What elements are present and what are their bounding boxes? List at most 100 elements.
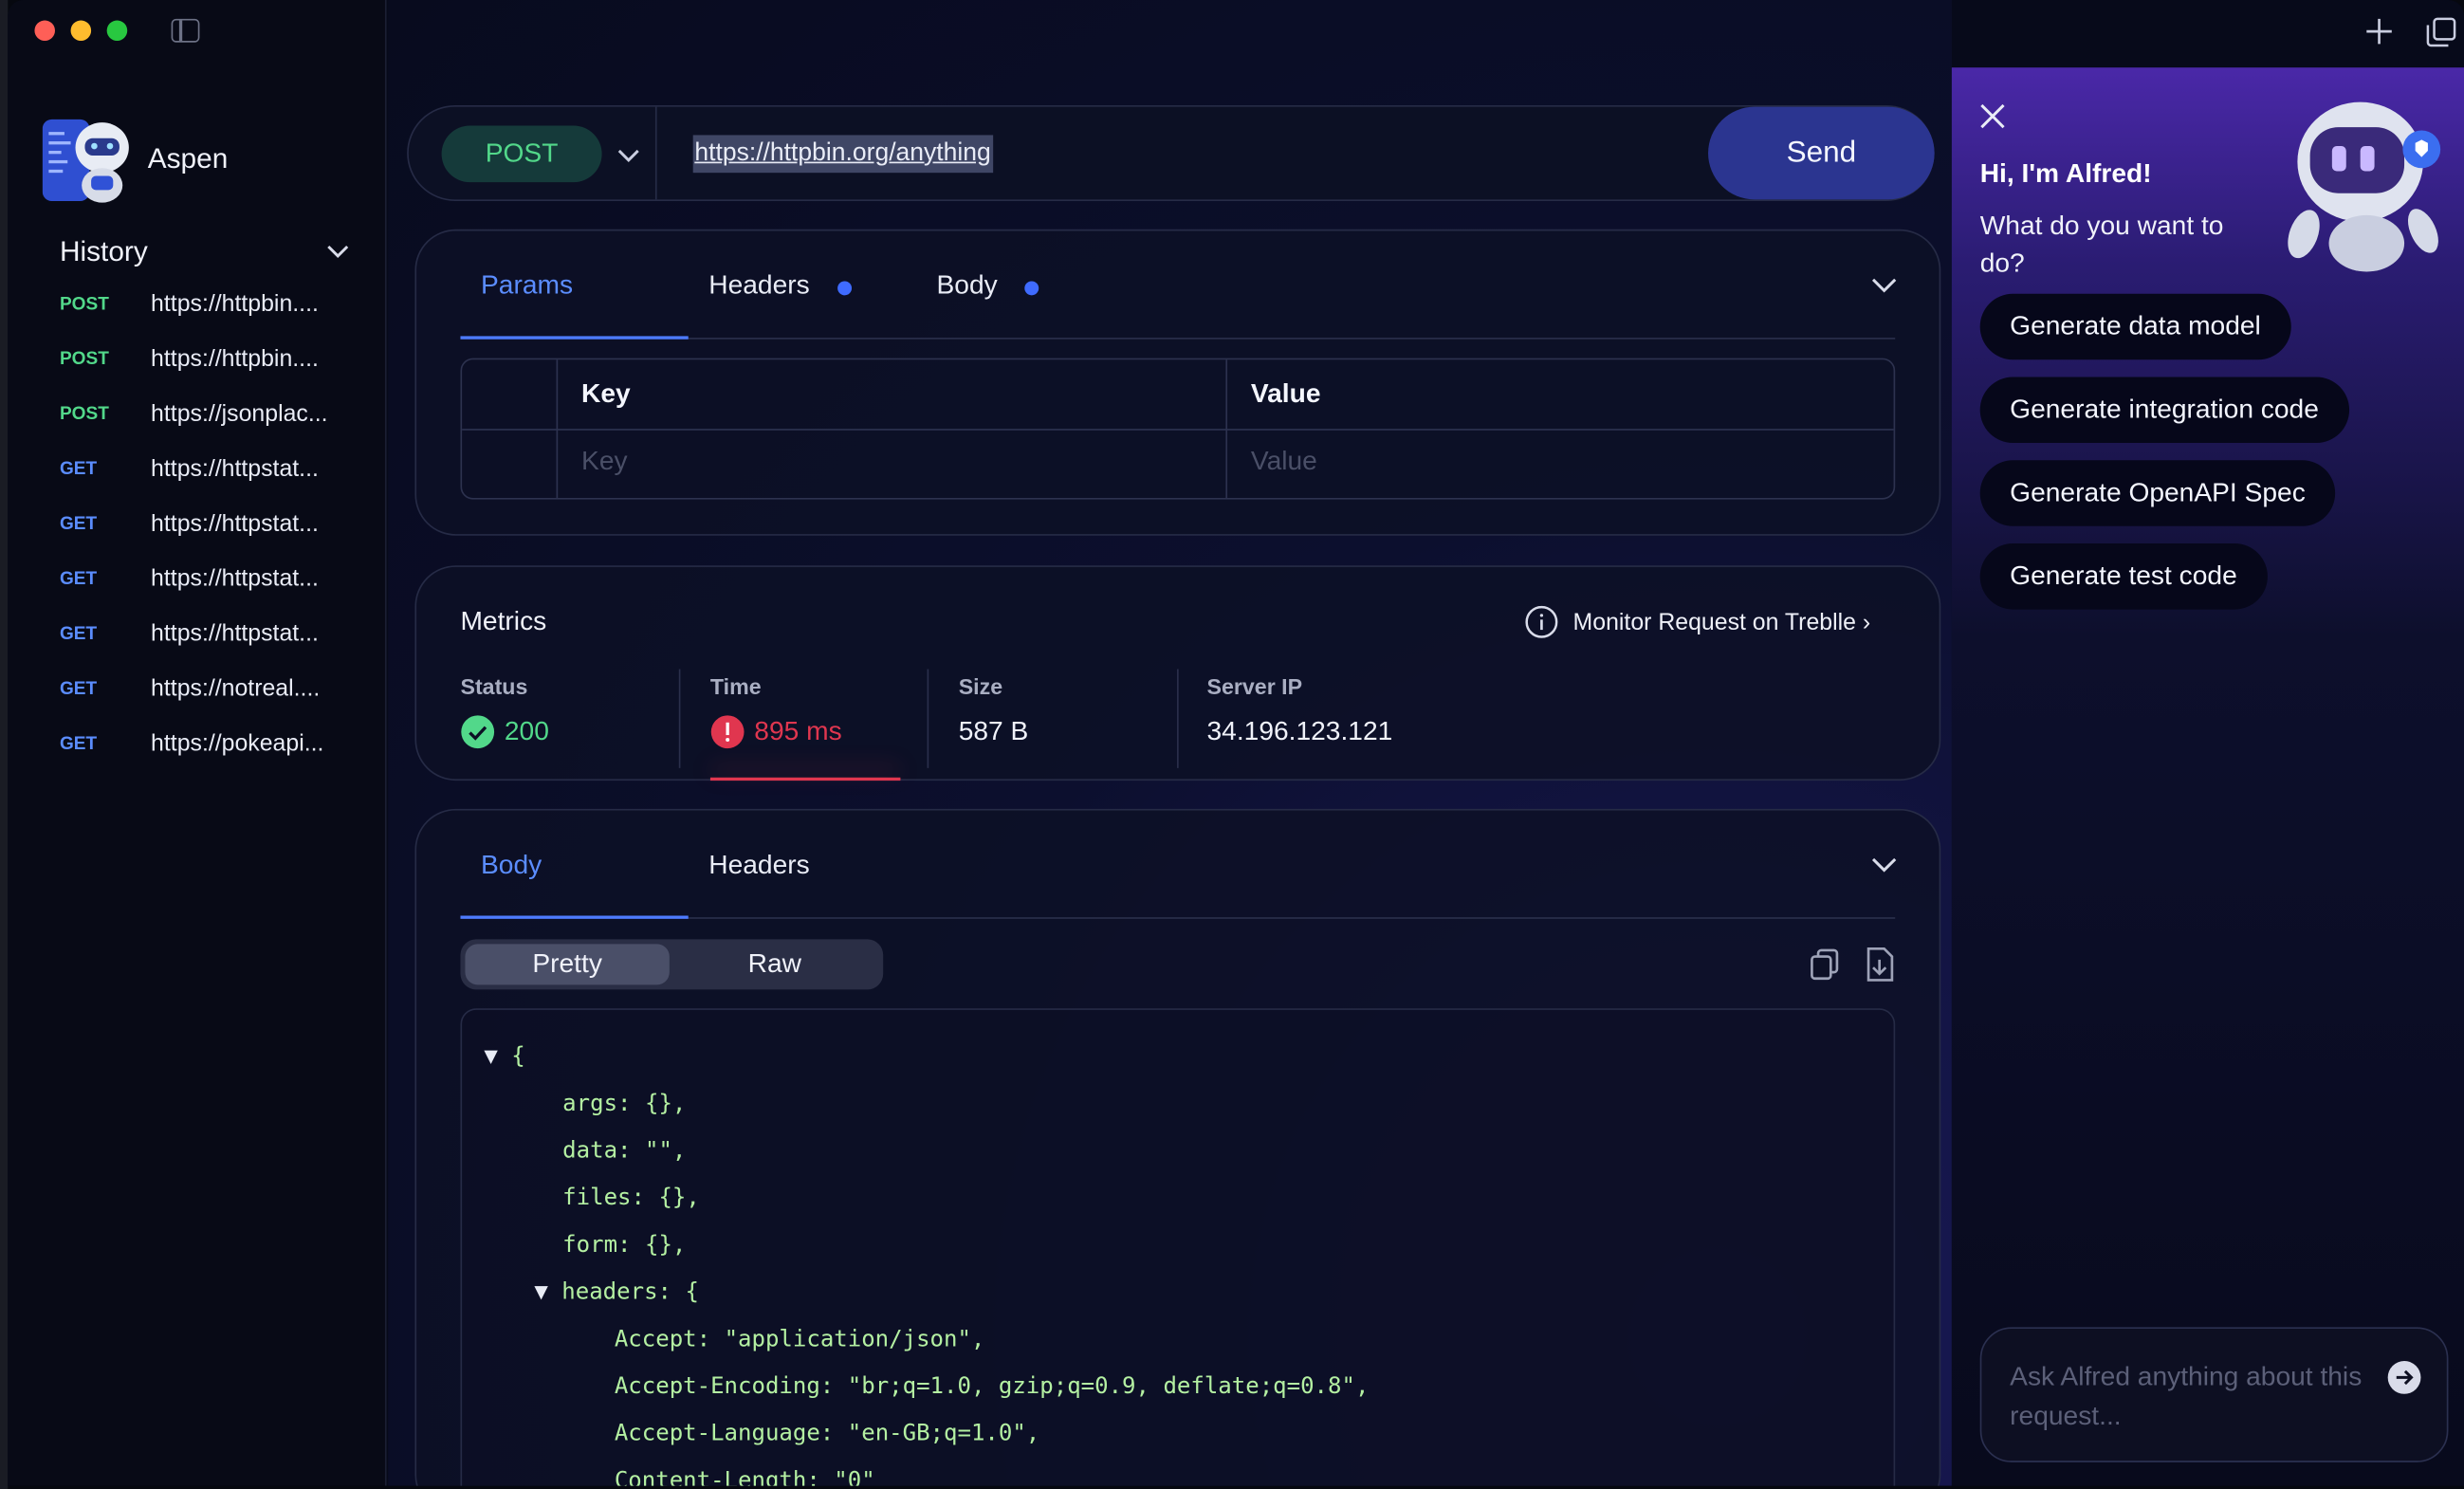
code-key: args: xyxy=(562,1091,632,1117)
monitor-link-text: Monitor Request on Treblle › xyxy=(1572,609,1871,636)
copy-icon[interactable] xyxy=(1809,947,1840,982)
history-item-url: https://notreal.... xyxy=(151,675,321,703)
history-item[interactable]: POST https://jsonplac... xyxy=(60,395,374,439)
history-item-method: POST xyxy=(59,295,109,315)
app-window: Aspen History POST https://httpbin.... P… xyxy=(8,0,2464,1486)
divider xyxy=(462,429,1894,431)
server-ip-value: 34.196.123.121 xyxy=(1206,716,1393,746)
response-panel: Body Headers Pretty Raw ▼ { args: {}, da… xyxy=(414,808,1941,1486)
alert-circle-icon xyxy=(710,715,745,749)
history-item[interactable]: GET https://httpstat... xyxy=(60,506,374,549)
history-item-url: https://httpstat... xyxy=(151,565,319,593)
history-item[interactable]: GET https://httpstat... xyxy=(60,616,374,659)
sidebar: Aspen History POST https://httpbin.... P… xyxy=(8,0,387,1486)
view-mode-toggle: Pretty Raw xyxy=(460,939,884,990)
alfred-chat-input-box[interactable]: Ask Alfred anything about this request..… xyxy=(1979,1327,2449,1462)
tab-response-headers[interactable]: Headers xyxy=(708,850,809,881)
history-item-url: https://httpbin.... xyxy=(151,290,319,318)
time-label: Time xyxy=(709,673,762,699)
history-item-url: https://jsonplac... xyxy=(151,400,328,428)
history-item-method: GET xyxy=(59,515,98,535)
download-icon[interactable] xyxy=(1862,946,1896,983)
status-metric: Status 200 xyxy=(460,673,549,749)
code-value: "0" xyxy=(834,1468,875,1486)
tab-response-body[interactable]: Body xyxy=(481,850,542,881)
key-column-header: Key xyxy=(581,378,631,409)
response-body-viewer[interactable]: ▼ { args: {}, data: "", files: {}, form:… xyxy=(460,1008,1896,1486)
code-key: form: xyxy=(562,1233,632,1259)
check-circle-icon xyxy=(461,715,495,749)
method-select[interactable]: POST xyxy=(441,125,602,183)
code-token: { xyxy=(511,1044,525,1070)
pretty-button[interactable]: Pretty xyxy=(465,944,670,985)
code-value: { xyxy=(685,1279,699,1306)
tab-body[interactable]: Body xyxy=(937,270,998,302)
info-icon xyxy=(1525,605,1558,638)
close-icon[interactable] xyxy=(1978,102,2007,131)
main-content: POST https://httpbin.org/anything Send P… xyxy=(388,0,1952,1486)
send-button[interactable]: Send xyxy=(1708,106,1935,200)
value-input[interactable]: Value xyxy=(1251,446,1317,477)
background-window-edge xyxy=(0,0,9,1489)
plus-icon[interactable] xyxy=(2365,17,2394,46)
history-item-method: GET xyxy=(59,680,98,699)
zoom-window-button[interactable] xyxy=(106,20,128,42)
time-value: 895 ms xyxy=(754,716,842,746)
code-line: form: {}, xyxy=(562,1233,686,1258)
chevron-down-icon[interactable] xyxy=(1870,270,1899,299)
tab-params[interactable]: Params xyxy=(481,270,573,302)
close-window-button[interactable] xyxy=(34,20,55,42)
alfred-chat-input[interactable]: Ask Alfred anything about this request..… xyxy=(2010,1357,2371,1436)
history-item-method: POST xyxy=(59,350,109,370)
history-item-url: https://httpstat... xyxy=(151,455,319,483)
params-table: Key Value Key Value xyxy=(460,358,1896,500)
alfred-assistant-panel: Hi, I'm Alfred! What do you want to do? … xyxy=(1951,67,2464,1486)
divider xyxy=(678,669,681,768)
status-label: Status xyxy=(460,673,528,699)
generate-integration-code-button[interactable]: Generate integration code xyxy=(1979,377,2349,444)
code-key: Accept-Encoding: xyxy=(614,1374,835,1400)
history-item[interactable]: GET https://notreal.... xyxy=(60,671,374,714)
key-input[interactable]: Key xyxy=(581,446,628,477)
history-item[interactable]: GET https://httpstat... xyxy=(60,561,374,604)
code-value: "br;q=1.0, gzip;q=0.9, deflate;q=0.8", xyxy=(847,1374,1370,1400)
raw-button[interactable]: Raw xyxy=(671,944,878,984)
generate-openapi-spec-button[interactable]: Generate OpenAPI Spec xyxy=(1979,460,2336,526)
code-line: Accept-Language: "en-GB;q=1.0", xyxy=(615,1422,1039,1446)
sidebar-toggle-icon[interactable] xyxy=(171,18,200,43)
history-item[interactable]: POST https://httpbin.... xyxy=(60,340,374,384)
metrics-title: Metrics xyxy=(460,606,547,636)
collapse-toggle[interactable]: ▼ xyxy=(484,1044,497,1069)
history-item[interactable]: GET https://pokeapi... xyxy=(60,726,374,769)
divider xyxy=(927,669,929,768)
history-heading[interactable]: History xyxy=(60,235,148,268)
chevron-down-icon[interactable] xyxy=(616,143,642,168)
value-column-header: Value xyxy=(1250,378,1321,409)
history-item-method: GET xyxy=(59,570,98,590)
request-bar: POST https://httpbin.org/anything Send xyxy=(407,104,1935,201)
size-value: 587 B xyxy=(958,716,1029,746)
collapse-toggle[interactable]: ▼ xyxy=(534,1280,547,1305)
chevron-down-icon[interactable] xyxy=(1870,850,1899,878)
history-item[interactable]: POST https://httpbin.... xyxy=(60,285,374,329)
history-item-method: GET xyxy=(59,735,98,754)
generate-test-code-button[interactable]: Generate test code xyxy=(1979,543,2268,610)
url-input[interactable]: https://httpbin.org/anything xyxy=(692,135,993,174)
chevron-down-icon[interactable] xyxy=(325,239,351,264)
code-key: Accept: xyxy=(614,1327,711,1352)
generate-data-model-button[interactable]: Generate data model xyxy=(1979,293,2291,360)
request-panel: Params Headers Body Key Value Key Value xyxy=(414,229,1941,536)
code-line: data: "", xyxy=(562,1139,686,1164)
alfred-question: What do you want to do? xyxy=(1979,210,2224,279)
tab-headers[interactable]: Headers xyxy=(708,270,809,302)
code-line: ▼ { xyxy=(484,1044,524,1069)
minimize-window-button[interactable] xyxy=(70,20,92,42)
history-item-method: GET xyxy=(59,625,98,645)
time-metric: Time 895 ms xyxy=(709,673,842,749)
history-item-url: https://httpstat... xyxy=(151,620,319,648)
code-line: ▼ headers: { xyxy=(534,1280,699,1305)
code-line: args: {}, xyxy=(562,1092,686,1116)
windows-icon[interactable] xyxy=(2426,17,2456,47)
history-item[interactable]: GET https://httpstat... xyxy=(60,450,374,494)
arrow-right-circle-icon[interactable] xyxy=(2387,1360,2421,1394)
